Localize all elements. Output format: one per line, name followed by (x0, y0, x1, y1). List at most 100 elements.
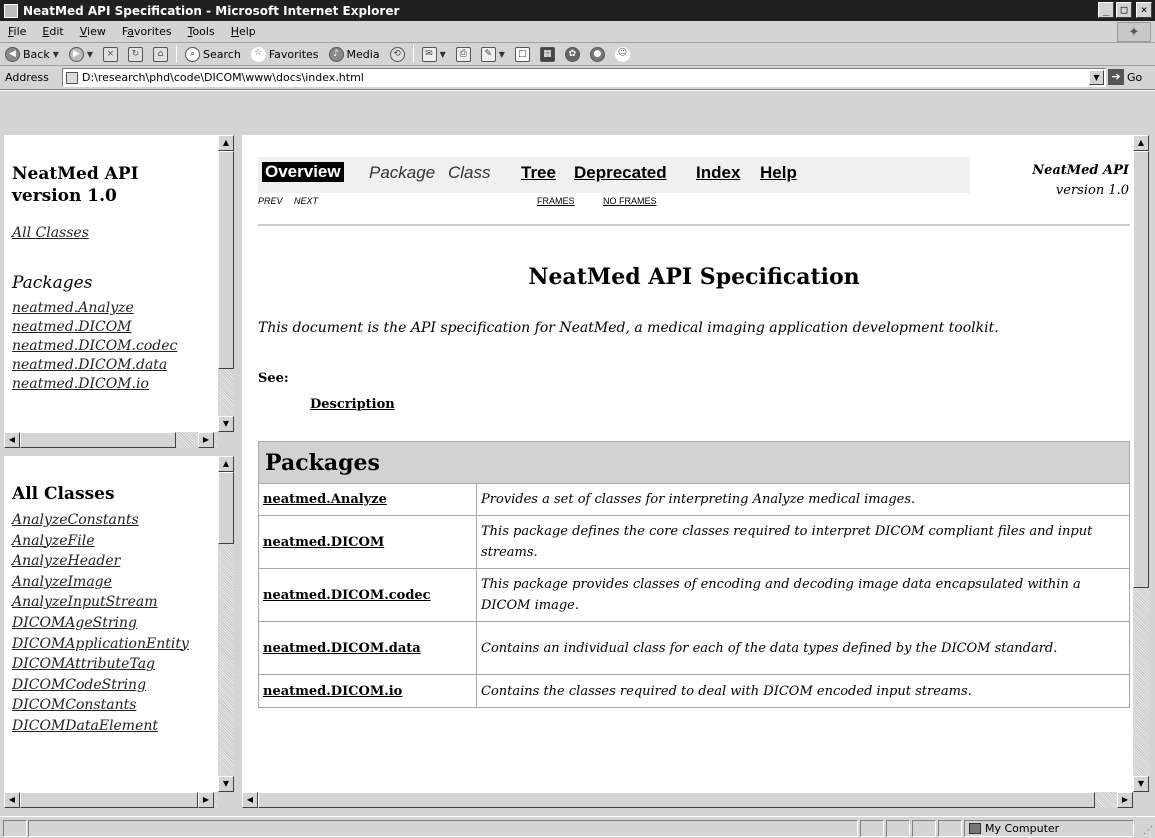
refresh-icon: ↻ (128, 46, 144, 62)
package-nav-link[interactable]: neatmed.DICOM.data (12, 356, 177, 375)
print-button[interactable]: ⎙ (451, 46, 476, 62)
menu-edit[interactable]: Edit (34, 25, 71, 38)
menu-bar: File Edit View Favorites Tools Help ✦ (0, 21, 1155, 43)
stop-button[interactable]: × (98, 46, 123, 62)
packages-table-heading: Packages (258, 441, 1130, 484)
nav-class: Class (448, 163, 491, 182)
menu-favorites[interactable]: Favorites (114, 25, 180, 38)
scroll-thumb[interactable] (20, 432, 176, 448)
favorites-button[interactable]: ☆ Favorites (246, 46, 324, 62)
resize-grip-icon[interactable]: ⋰ (1143, 825, 1153, 836)
discuss-icon: □ (514, 46, 530, 62)
packages-heading: Packages (12, 273, 93, 293)
scroll-up-button[interactable]: ▲ (218, 456, 234, 472)
scroll-corner (218, 792, 234, 808)
media-label: Media (346, 47, 380, 61)
package-link[interactable]: neatmed.Analyze (258, 483, 477, 516)
class-link[interactable]: AnalyzeConstants (12, 510, 189, 531)
forward-button[interactable]: ▶ ▼ (64, 46, 98, 62)
chevron-down-icon[interactable]: ▼ (440, 50, 446, 59)
scroll-left-button[interactable]: ◀ (4, 792, 20, 808)
menu-help[interactable]: Help (223, 25, 264, 38)
close-button[interactable]: × (1136, 2, 1152, 18)
nav-package: Package (369, 163, 436, 182)
scroll-down-button[interactable]: ▼ (218, 776, 234, 792)
discuss-button[interactable]: □ (510, 46, 535, 62)
package-link[interactable]: neatmed.DICOM.data (258, 621, 477, 675)
scroll-thumb[interactable] (20, 792, 198, 808)
class-link[interactable]: AnalyzeInputStream (12, 592, 189, 613)
package-nav-link[interactable]: neatmed.Analyze (12, 299, 177, 318)
address-field[interactable]: D:\research\phd\code\DICOM\www\docs\inde… (62, 68, 1106, 87)
scroll-down-button[interactable]: ▼ (218, 416, 234, 432)
scroll-up-button[interactable]: ▲ (218, 135, 234, 151)
package-nav-link[interactable]: neatmed.DICOM.io (12, 375, 177, 394)
packages-table: Packages neatmed.Analyze Provides a set … (258, 441, 1130, 708)
refresh-button[interactable]: ↻ (123, 46, 148, 62)
media-button[interactable]: ♪ Media (324, 46, 385, 62)
stop-icon: × (103, 46, 119, 62)
chevron-down-icon[interactable]: ▼ (1089, 70, 1104, 85)
frames-link[interactable]: FRAMES (537, 196, 575, 206)
maximize-button[interactable]: □ (1116, 2, 1132, 18)
scroll-thumb[interactable] (218, 151, 234, 369)
class-link[interactable]: DICOMApplicationEntity (12, 634, 189, 655)
class-link[interactable]: AnalyzeImage (12, 572, 189, 593)
toolbar-separator (176, 45, 178, 63)
package-link[interactable]: neatmed.DICOM.codec (258, 568, 477, 622)
address-label: Address (5, 71, 49, 84)
package-nav-link[interactable]: neatmed.DICOM (12, 318, 177, 337)
scroll-right-button[interactable]: ▶ (1117, 792, 1133, 808)
scroll-right-button[interactable]: ▶ (198, 792, 214, 808)
messenger-button[interactable]: ✿ (560, 46, 585, 62)
all-classes-link[interactable]: All Classes (12, 225, 89, 241)
menu-tools[interactable]: Tools (180, 25, 223, 38)
menu-file[interactable]: File (0, 25, 34, 38)
class-link[interactable]: DICOMAgeString (12, 613, 189, 634)
class-link[interactable]: AnalyzeHeader (12, 551, 189, 572)
class-link[interactable]: DICOMAttributeTag (12, 654, 189, 675)
chevron-down-icon[interactable]: ▼ (499, 50, 505, 59)
scroll-right-button[interactable]: ▶ (198, 432, 214, 448)
nav-help-link[interactable]: Help (760, 163, 797, 183)
mail-button[interactable]: ✉ ▼ (417, 46, 451, 62)
package-link[interactable]: neatmed.DICOM.io (258, 674, 477, 708)
class-link[interactable]: AnalyzeFile (12, 531, 189, 552)
nav-index-link[interactable]: Index (696, 163, 740, 183)
toolbar: ◀ Back ▼ ▶ ▼ × ↻ ⌂ ⌕ Search ☆ Favorites … (0, 43, 1155, 66)
class-link[interactable]: DICOMConstants (12, 695, 189, 716)
nav-deprecated-link[interactable]: Deprecated (574, 163, 667, 183)
chevron-down-icon[interactable]: ▼ (87, 50, 93, 59)
package-link[interactable]: neatmed.DICOM (258, 515, 477, 569)
package-nav-link[interactable]: neatmed.DICOM.codec (12, 337, 177, 356)
scroll-up-button[interactable]: ▲ (1133, 135, 1149, 151)
home-button[interactable]: ⌂ (148, 46, 173, 62)
research-button[interactable]: ▦ (535, 46, 560, 62)
nav-bar: Overview Package Class Tree Deprecated I… (258, 157, 970, 193)
scroll-thumb[interactable] (218, 472, 234, 544)
minimize-button[interactable]: _ (1098, 2, 1114, 18)
nav-tree-link[interactable]: Tree (521, 163, 556, 183)
scroll-left-button[interactable]: ◀ (242, 792, 258, 808)
class-link[interactable]: DICOMDataElement (12, 716, 189, 737)
people-button[interactable]: ☺ (610, 46, 635, 62)
description-link[interactable]: Description (310, 397, 395, 412)
scroll-thumb[interactable] (258, 792, 1095, 808)
go-button[interactable]: ➔ Go (1108, 69, 1142, 85)
scroll-down-button[interactable]: ▼ (1133, 776, 1149, 792)
chevron-down-icon[interactable]: ▼ (53, 50, 59, 59)
class-link[interactable]: DICOMCodeString (12, 675, 189, 696)
status-bar: My Computer ⋰ (0, 816, 1155, 838)
back-button[interactable]: ◀ Back ▼ (0, 46, 64, 62)
scroll-thumb[interactable] (1133, 151, 1149, 588)
no-frames-link[interactable]: NO FRAMES (603, 196, 657, 206)
history-button[interactable]: ⟲ (385, 46, 410, 62)
edit-button[interactable]: ✎ ▼ (476, 46, 510, 62)
search-button[interactable]: ⌕ Search (180, 46, 246, 62)
print-icon: ⎙ (455, 46, 471, 62)
forward-arrow-icon: ▶ (68, 46, 84, 62)
toolbar-separator (412, 45, 414, 63)
menu-view[interactable]: View (72, 25, 114, 38)
chat-button[interactable]: ● (585, 46, 610, 62)
scroll-left-button[interactable]: ◀ (4, 432, 20, 448)
